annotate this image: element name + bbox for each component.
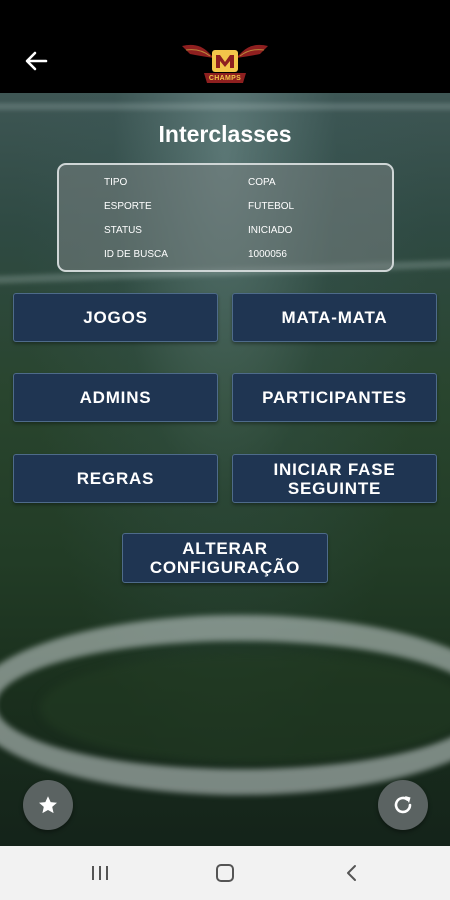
button-label-line2: CONFIGURAÇÃO [149,558,301,577]
back-chevron-icon [347,865,356,881]
iniciar-fase-seguinte-button[interactable]: INICIAR FASE SEGUINTE [232,454,437,503]
info-value: INICIADO [248,225,293,236]
info-key: ESPORTE [104,201,152,212]
mata-mata-button[interactable]: MATA-MATA [232,293,437,342]
info-key: ID DE BUSCA [104,249,168,260]
logo-text: CHAMPS [208,75,242,82]
page-title: Interclasses [158,121,292,147]
recents-button[interactable] [70,846,130,900]
button-label-line2: SEGUINTE [287,478,382,498]
info-row-status: STATUS INICIADO [59,225,392,243]
button-label-line1: ALTERAR [182,539,268,558]
recents-icon [92,866,108,880]
info-row-id-de-busca: ID DE BUSCA 1000056 [59,249,392,267]
top-bar: CHAMPS [0,0,450,93]
jogos-button[interactable]: JOGOS [13,293,218,342]
back-button[interactable] [18,44,54,78]
favorite-button[interactable] [23,780,73,830]
info-row-esporte: ESPORTE FUTEBOL [59,201,392,219]
info-value: 1000056 [248,249,287,260]
system-nav-bar [0,846,450,900]
home-icon [216,864,234,882]
regras-button[interactable]: REGRAS [13,454,218,503]
alterar-configuracao-button[interactable]: ALTERAR CONFIGURAÇÃO [122,533,328,583]
admins-button[interactable]: ADMINS [13,373,218,422]
info-card: TIPO COPA ESPORTE FUTEBOL STATUS INICIAD… [57,163,394,272]
participantes-button[interactable]: PARTICIPANTES [232,373,437,422]
refresh-icon [394,796,412,814]
home-button[interactable] [195,846,255,900]
info-key: TIPO [104,177,128,188]
info-value: FUTEBOL [248,201,295,212]
info-value: COPA [248,177,276,188]
button-label-line1: INICIAR FASE [273,459,396,479]
refresh-button[interactable] [378,780,428,830]
arrow-left-icon [25,51,48,71]
info-row-tipo: TIPO COPA [59,177,392,195]
system-back-button[interactable] [322,846,382,900]
app-logo: CHAMPS [180,36,270,88]
star-icon [39,796,57,814]
info-key: STATUS [104,225,142,236]
